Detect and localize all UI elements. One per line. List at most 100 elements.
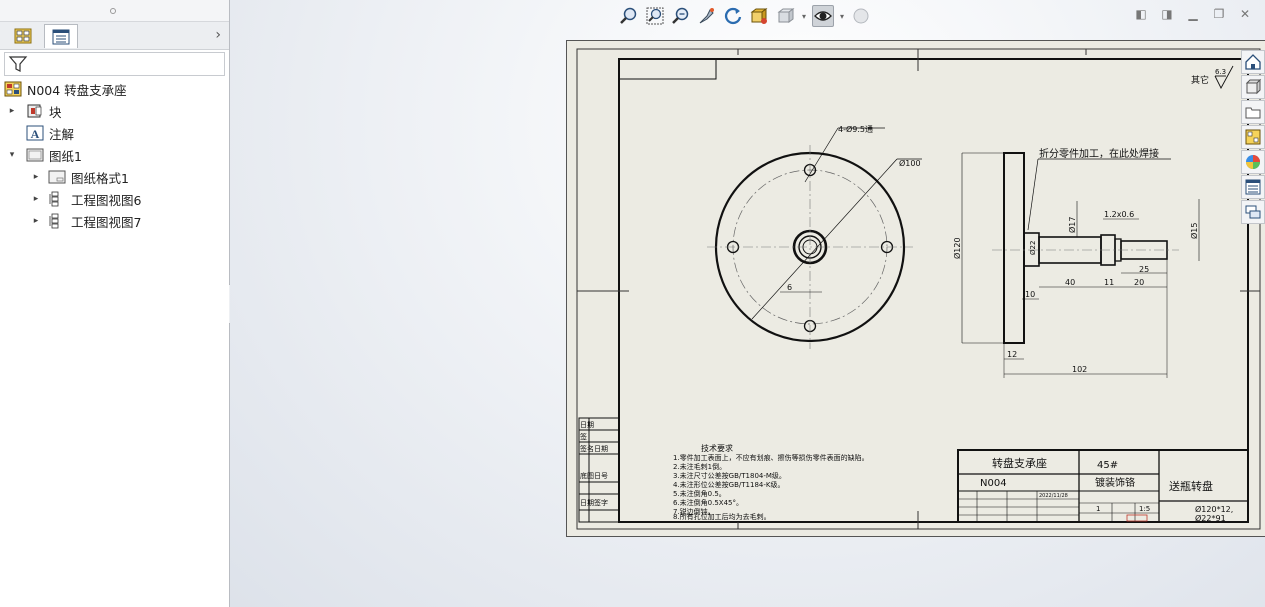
tree-item-drawing-view7[interactable]: ▸ 工程图视图7 [0, 210, 230, 232]
tree-item-label: 工程图视图6 [71, 192, 142, 208]
assembly-name: 送瓶转盘 [1169, 479, 1213, 493]
tree-item-label: 块 [49, 104, 62, 120]
tree-root[interactable]: N004 转盘支承座 [0, 78, 230, 100]
drawing-view-icon [48, 191, 66, 207]
surface-finish-label: 其它 [1191, 74, 1209, 86]
collapse-dot-icon[interactable] [110, 8, 116, 14]
surface-finish-value: 6.3 [1215, 68, 1226, 76]
tile-left-icon[interactable]: ◧ [1133, 6, 1149, 22]
task-pane-tabs [1241, 50, 1265, 225]
tech-req-line: 5.未注倒角0.5。 [673, 489, 726, 498]
zoom-to-area-icon[interactable] [644, 5, 666, 27]
sheet-format-icon [48, 169, 66, 185]
collapse-arrow-icon[interactable]: ▾ [6, 150, 18, 160]
graphics-area[interactable]: ▾ ▾ ◧ ◨ ▁ ❐ ✕ 其它 6.3 Ø100 4-Ø9.5通 6 折分零件… [230, 0, 1265, 607]
side-view[interactable]: 折分零件加工，在此处焊接 Ø120 Ø22 Ø17 1.2x0.6 Ø15 25… [952, 147, 1200, 378]
tree-item-drawing-view6[interactable]: ▸ 工程图视图6 [0, 188, 230, 210]
tree-item-blocks[interactable]: ▸ 块 [0, 100, 230, 122]
drawing-document-icon [4, 81, 22, 97]
home-icon[interactable] [1241, 50, 1265, 74]
dim-diameter-100: Ø100 [899, 158, 921, 168]
material: 45# [1097, 460, 1118, 471]
technical-requirements: 技术要求 1.零件加工表面上，不应有划痕、擦伤等损伤零件表面的缺陷。 2.未注毛… [673, 443, 869, 521]
tab-feature-manager[interactable] [6, 24, 40, 48]
tree-item-sheet-format[interactable]: ▸ 图纸格式1 [0, 166, 230, 188]
tree-item-sheet1[interactable]: ▾ 图纸1 [0, 144, 230, 166]
display-style-icon[interactable] [774, 5, 796, 27]
hide-show-icon[interactable] [812, 5, 834, 27]
weld-note: 折分零件加工，在此处焊接 [1039, 147, 1159, 160]
dim-diameter-120: Ø120 [952, 237, 962, 259]
expand-arrow-icon[interactable]: ▸ [30, 194, 42, 204]
tech-req-line: 1.零件加工表面上，不应有划痕、擦伤等损伤零件表面的缺陷。 [673, 453, 869, 462]
tree-item-label: 工程图视图7 [71, 214, 142, 230]
drawing-sheet[interactable]: 其它 6.3 Ø100 4-Ø9.5通 6 折分零件加工，在此处焊接 Ø120 … [566, 40, 1265, 537]
tech-req-title: 技术要求 [701, 443, 733, 453]
appearances-icon[interactable] [1241, 150, 1265, 174]
forum-icon[interactable] [1241, 200, 1265, 224]
dim-groove: 1.2x0.6 [1104, 210, 1134, 219]
hide-show-dropdown-icon[interactable]: ▾ [838, 12, 846, 21]
tile-right-icon[interactable]: ◨ [1159, 6, 1175, 22]
drawing-view-icon [48, 213, 66, 229]
design-library-icon[interactable] [1241, 75, 1265, 99]
file-explorer-icon[interactable] [1241, 100, 1265, 124]
expand-arrow-icon[interactable]: ▸ [6, 106, 18, 116]
dim-12: 12 [1007, 350, 1017, 359]
dim-diameter-17: Ø17 [1067, 217, 1077, 233]
expand-arrow-icon[interactable]: ▸ [30, 172, 42, 182]
annotation-icon: A [26, 125, 44, 141]
quantity: 1 [1096, 505, 1100, 513]
part-name: 转盘支承座 [992, 456, 1047, 470]
revision-block: 日期 签 签名日期 底图日号 日期签字 [578, 417, 620, 523]
dim-40: 40 [1065, 278, 1075, 287]
tree-filter-input[interactable] [4, 52, 225, 76]
tech-req-line: 4.未注形位公差按GB/T1184-K级。 [673, 480, 784, 489]
pan-icon[interactable] [696, 5, 718, 27]
tree-item-annotations[interactable]: A 注解 [0, 122, 230, 144]
display-style-dropdown-icon[interactable]: ▾ [800, 12, 808, 21]
dim-6: 6 [787, 283, 792, 292]
minimize-icon[interactable]: ▁ [1185, 6, 1201, 22]
zoom-to-fit-icon[interactable] [618, 5, 640, 27]
tab-property-manager[interactable] [44, 24, 78, 48]
tech-req-line: 2.未注毛刺1倒。 [673, 462, 726, 471]
drawing-canvas: 其它 6.3 Ø100 4-Ø9.5通 6 折分零件加工，在此处焊接 Ø120 … [576, 48, 1261, 530]
zoom-in-out-icon[interactable] [670, 5, 692, 27]
tech-req-line: 8.所有孔位加工后均为去毛刺。 [673, 512, 771, 521]
heads-up-view-toolbar: ▾ ▾ [618, 4, 872, 28]
tree-item-label: 图纸格式1 [71, 170, 129, 186]
scale: 1:5 [1139, 505, 1150, 513]
view-palette-icon[interactable] [1241, 125, 1265, 149]
tree-item-label: 注解 [49, 126, 75, 142]
svg-text:A: A [31, 127, 40, 141]
rev-cell-sign-date: 签名日期 [580, 444, 608, 453]
window-controls: ◧ ◨ ▁ ❐ ✕ [1133, 6, 1253, 22]
dim-102: 102 [1072, 365, 1087, 374]
tech-req-line: 3.未注尺寸公差按GB/T1804-M级。 [673, 471, 786, 480]
tree-root-label: N004 转盘支承座 [27, 82, 127, 98]
dim-10: 10 [1025, 290, 1035, 299]
filter-icon [8, 56, 28, 72]
drawing-number: N004 [980, 478, 1007, 489]
hole-callout: 4-Ø9.5通 [838, 124, 873, 134]
dim-20: 20 [1134, 278, 1144, 287]
blank-size: Ø120*12, [1195, 504, 1233, 514]
feature-manager-pane: › N004 转盘支承座 ▸ 块 A 注解 ▾ 图纸1 ▸ 图纸格式1 ▸ 工程… [0, 0, 230, 607]
date: 2022/11/28 [1039, 493, 1068, 499]
expand-arrow-icon[interactable]: ▸ [30, 216, 42, 226]
feature-tree: N004 转盘支承座 ▸ 块 A 注解 ▾ 图纸1 ▸ 图纸格式1 ▸ 工程图视… [0, 78, 230, 232]
rotate-icon[interactable] [722, 5, 744, 27]
restore-icon[interactable]: ❐ [1211, 6, 1227, 22]
rev-cell-date: 日期 [580, 421, 594, 429]
front-view[interactable]: Ø100 4-Ø9.5通 6 [707, 124, 922, 349]
property-manager-icon [52, 29, 70, 44]
3d-view-icon[interactable] [748, 5, 770, 27]
tech-req-line: 6.未注倒角0.5X45°。 [673, 498, 743, 507]
appearance-icon[interactable] [850, 5, 872, 27]
rev-cell-date-sign: 日期签字 [580, 498, 608, 507]
custom-properties-icon[interactable] [1241, 175, 1265, 199]
chevron-right-icon[interactable]: › [215, 27, 221, 43]
close-icon[interactable]: ✕ [1237, 6, 1253, 22]
dim-25: 25 [1139, 265, 1149, 274]
